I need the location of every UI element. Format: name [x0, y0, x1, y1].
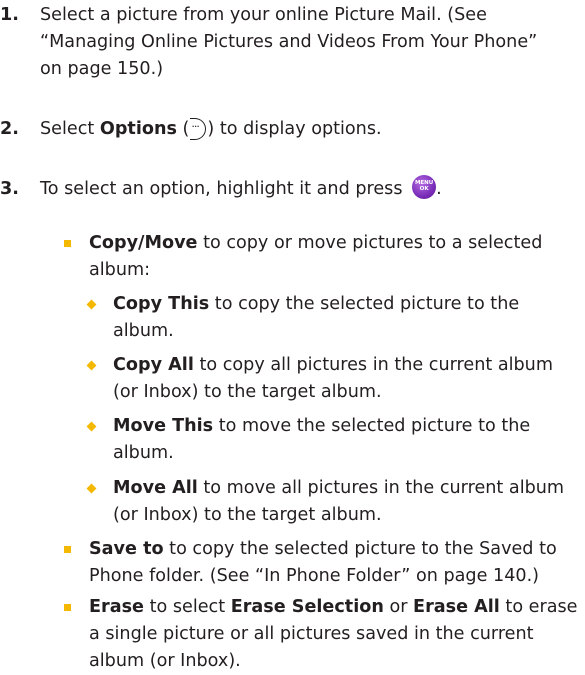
options-label: Options	[99, 119, 177, 139]
step-3: 3. To select an option, highlight it and…	[0, 175, 585, 203]
list-item-copy-this: Copy This to copy the selected picture t…	[86, 291, 583, 345]
list-item-copy-all: Copy All to copy all pictures in the cur…	[86, 352, 583, 406]
manual-page: 1. Select a picture from your online Pic…	[0, 0, 585, 671]
list-item-copy-move: Copy/Move to copy or move pictures to a …	[64, 230, 579, 284]
diamond-bullet-icon	[86, 360, 97, 371]
step-1: 1. Select a picture from your online Pic…	[0, 2, 585, 83]
options-softkey-icon: ···	[190, 118, 207, 140]
step-number: 3.	[0, 179, 19, 199]
list-item-move-this: Move This to move the selected picture t…	[86, 413, 583, 467]
step-text: Select a picture from your online Pictur…	[40, 5, 538, 79]
square-bullet-icon	[64, 240, 71, 247]
step-number: 2.	[0, 119, 19, 139]
list-item-save-to: Save to to copy the selected picture to …	[64, 536, 579, 590]
step-2: 2. Select Options (···) to display optio…	[0, 116, 585, 143]
step-text: To select an option, highlight it and pr…	[40, 175, 560, 203]
square-bullet-icon	[64, 604, 71, 611]
step-text: Select Options (···) to display options.	[40, 118, 382, 140]
diamond-bullet-icon	[86, 483, 97, 494]
diamond-bullet-icon	[86, 299, 97, 310]
diamond-bullet-icon	[86, 421, 97, 432]
menu-ok-key-icon: MENU OK	[412, 175, 437, 199]
list-item-erase: Erase to select Erase Selection or Erase…	[64, 594, 579, 675]
step-number: 1.	[0, 5, 19, 25]
list-item-move-all: Move All to move all pictures in the cur…	[86, 475, 583, 529]
square-bullet-icon	[64, 546, 71, 553]
